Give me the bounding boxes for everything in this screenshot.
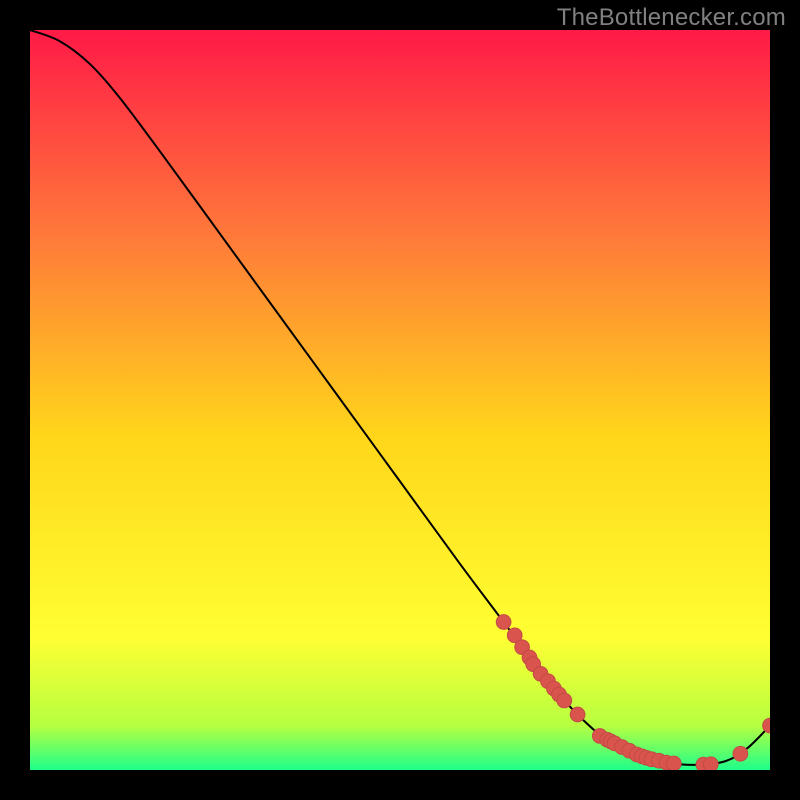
gradient-background — [30, 30, 770, 770]
highlight-marker — [570, 707, 585, 722]
chart-svg — [30, 30, 770, 770]
highlight-marker — [733, 746, 748, 761]
chart-plot — [30, 30, 770, 770]
chart-frame: TheBottlenecker.com — [0, 0, 800, 800]
highlight-marker — [496, 615, 511, 630]
watermark-text: TheBottlenecker.com — [557, 4, 786, 32]
highlight-marker — [557, 693, 572, 708]
highlight-marker — [703, 757, 718, 770]
highlight-marker — [666, 756, 681, 770]
